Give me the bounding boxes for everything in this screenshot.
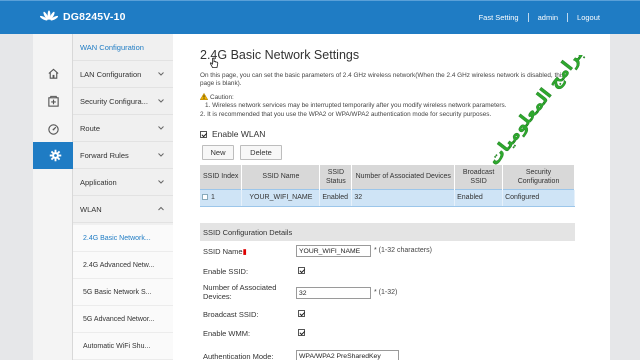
caution-item: 2. It is recommended that you use the WP… bbox=[200, 110, 492, 118]
watermark-text: برامج المعلوميات bbox=[484, 55, 588, 165]
rail-home[interactable] bbox=[33, 60, 73, 87]
ssid-table: SSID Index SSID Name SSID Status Number … bbox=[200, 165, 575, 207]
page-title: 2.4G Basic Network Settings bbox=[200, 48, 360, 62]
side-menu: WAN Configuration LAN Configuration Secu… bbox=[73, 34, 173, 360]
rail-status[interactable] bbox=[33, 116, 73, 143]
cell-text: 1 bbox=[211, 194, 215, 201]
enable-ssid-checkbox[interactable] bbox=[298, 267, 305, 274]
divider bbox=[527, 13, 529, 22]
menu-wan-configuration[interactable]: WAN Configuration bbox=[73, 34, 173, 61]
divider bbox=[567, 13, 569, 22]
associated-devices-hint: * (1-32) bbox=[374, 289, 398, 296]
label-text: Devices: bbox=[203, 292, 232, 301]
table-cell-devices: 32 bbox=[351, 188, 456, 207]
hand-cursor-icon bbox=[209, 57, 219, 68]
submenu-label: 5G Advanced Networ... bbox=[83, 315, 155, 323]
table-cell-status: Enabled bbox=[319, 188, 353, 207]
ssid-name-input[interactable]: YOUR_WIFI_NAME bbox=[296, 245, 371, 257]
row-select-checkbox[interactable] bbox=[202, 194, 208, 200]
column-header: SSID Index bbox=[200, 165, 243, 189]
select-value: WPA/WPA2 PreSharedKey bbox=[299, 352, 381, 360]
authentication-mode-label: Authentication Mode: bbox=[203, 352, 274, 360]
top-bar: DG8245V-10 Fast Setting admin Logout bbox=[0, 0, 640, 34]
menu-item-label: WAN Configuration bbox=[80, 42, 144, 52]
enable-wlan-row: Enable WLAN bbox=[200, 129, 265, 139]
menu-item-label: Application bbox=[80, 177, 117, 187]
ssid-name-label: SSID Name▮ bbox=[203, 247, 247, 256]
menu-application[interactable]: Application bbox=[73, 169, 173, 196]
ssid-name-hint: * (1-32 characters) bbox=[374, 247, 432, 254]
gear-icon bbox=[49, 149, 61, 162]
menu-item-label: WLAN bbox=[80, 204, 102, 214]
menu-forward-rules[interactable]: Forward Rules bbox=[73, 142, 173, 169]
user-name: admin bbox=[537, 13, 559, 22]
submenu-5g-basic[interactable]: 5G Basic Network S... bbox=[73, 279, 173, 306]
menu-item-label: Forward Rules bbox=[80, 150, 129, 160]
column-header: SSID Status bbox=[319, 165, 353, 189]
submenu-label: Automatic WiFi Shu... bbox=[83, 342, 151, 350]
menu-item-label: Security Configura... bbox=[80, 96, 148, 106]
required-marker: ▮ bbox=[242, 247, 247, 256]
table-header-row: SSID Index SSID Name SSID Status Number … bbox=[200, 165, 575, 189]
menu-lan-configuration[interactable]: LAN Configuration bbox=[73, 61, 173, 88]
submenu-label: 5G Basic Network S... bbox=[83, 288, 152, 296]
huawei-logo-icon bbox=[40, 10, 58, 25]
enable-wmm-label: Enable WMM: bbox=[203, 329, 251, 338]
enable-wmm-checkbox[interactable] bbox=[298, 329, 305, 336]
submenu-label: 2.4G Advanced Netw... bbox=[83, 261, 155, 269]
table-cell-name: YOUR_WIFI_NAME bbox=[241, 188, 321, 207]
menu-route[interactable]: Route bbox=[73, 115, 173, 142]
chevron-down-icon bbox=[158, 99, 164, 103]
chevron-up-icon bbox=[158, 206, 164, 211]
logout-link[interactable]: Logout bbox=[577, 13, 600, 22]
icon-rail bbox=[33, 34, 82, 360]
submenu-automatic-wifi-shutdown[interactable]: Automatic WiFi Shu... bbox=[73, 333, 173, 360]
chevron-down-icon bbox=[158, 126, 164, 130]
broadcast-ssid-label: Broadcast SSID: bbox=[203, 310, 259, 319]
fast-setting-link[interactable]: Fast Setting bbox=[479, 13, 519, 22]
device-model: DG8245V-10 bbox=[63, 11, 126, 23]
authentication-mode-select[interactable]: WPA/WPA2 PreSharedKey bbox=[296, 350, 399, 360]
table-cell-index: 1 bbox=[200, 188, 243, 207]
menu-security-configuration[interactable]: Security Configura... bbox=[73, 88, 173, 115]
rail-add[interactable] bbox=[33, 88, 73, 115]
enable-wlan-checkbox[interactable] bbox=[200, 130, 207, 138]
menu-item-label: LAN Configuration bbox=[80, 69, 142, 79]
column-header: Number of Associated Devices bbox=[351, 165, 456, 189]
chevron-down-icon bbox=[158, 180, 164, 184]
label-text: Number of Associated bbox=[203, 283, 277, 292]
table-cell-security: Configured bbox=[502, 188, 575, 207]
submenu-5g-advanced[interactable]: 5G Advanced Networ... bbox=[73, 306, 173, 333]
rail-settings[interactable] bbox=[33, 142, 82, 169]
warning-icon bbox=[200, 93, 208, 100]
arabic-watermark: برامج المعلوميات bbox=[484, 55, 588, 165]
dashboard-icon bbox=[47, 124, 59, 135]
chevron-down-icon bbox=[158, 72, 164, 76]
submenu-24g-basic[interactable]: 2.4G Basic Network... bbox=[73, 225, 173, 252]
column-header: SSID Name bbox=[241, 165, 321, 189]
enable-ssid-label: Enable SSID: bbox=[203, 267, 249, 276]
delete-button[interactable]: Delete bbox=[240, 145, 282, 160]
top-links: Fast Setting admin Logout bbox=[479, 13, 600, 22]
submenu-24g-advanced[interactable]: 2.4G Advanced Netw... bbox=[73, 252, 173, 279]
menu-wlan[interactable]: WLAN bbox=[73, 196, 173, 223]
submenu-label: 2.4G Basic Network... bbox=[83, 234, 151, 242]
section-header: SSID Configuration Details bbox=[200, 223, 575, 241]
broadcast-ssid-checkbox[interactable] bbox=[298, 310, 305, 317]
chevron-down-icon bbox=[158, 153, 164, 157]
label-text: SSID Name bbox=[203, 247, 243, 256]
table-cell-broadcast: Enabled bbox=[454, 188, 504, 207]
home-icon bbox=[47, 68, 59, 79]
column-header: Security Configuration bbox=[502, 165, 575, 189]
column-header: Broadcast SSID bbox=[454, 165, 504, 189]
enable-wlan-label: Enable WLAN bbox=[212, 129, 266, 139]
caution-label: Caution: bbox=[210, 94, 234, 101]
add-box-icon bbox=[47, 95, 59, 107]
associated-devices-label: Number of Associated Devices: bbox=[203, 283, 276, 301]
new-button[interactable]: New bbox=[202, 145, 234, 160]
associated-devices-input[interactable]: 32 bbox=[296, 287, 371, 299]
menu-item-label: Route bbox=[80, 123, 101, 133]
table-row[interactable]: 1 YOUR_WIFI_NAME Enabled 32 Enabled Conf… bbox=[200, 188, 575, 207]
